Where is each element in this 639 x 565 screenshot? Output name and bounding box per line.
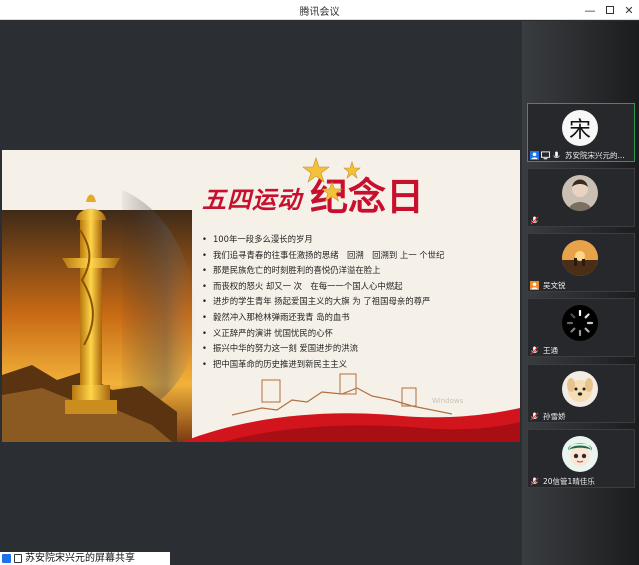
maximize-icon: [606, 6, 614, 14]
participant-status: 孙雪娇: [528, 410, 634, 422]
participant-status: 王通: [528, 344, 634, 356]
participant-name: 20信管1晴佳乐: [543, 476, 595, 486]
list-item: 而丧权的怒火 却又一 次 在每一一个国人心中燃起: [202, 279, 444, 295]
avatar-photo: [562, 175, 598, 211]
mic-muted-icon: [530, 345, 539, 354]
list-item: 义正辞严的演讲 忧国忧民的心怀: [202, 326, 444, 342]
window-title: 腾讯会议: [299, 7, 340, 18]
mic-icon: [14, 554, 22, 563]
close-icon: ✕: [624, 3, 634, 17]
mic-muted-icon: [530, 215, 539, 224]
participant-status: 苏安院宋兴元的...: [528, 149, 634, 161]
user-icon: [530, 150, 539, 160]
participant-name: 王通: [543, 345, 558, 355]
title-bar: 腾讯会议 — ✕: [0, 0, 639, 20]
mic-icon: [553, 150, 560, 158]
list-item: 100年一段多么漫长的岁月: [202, 232, 444, 248]
minimize-icon: —: [584, 3, 596, 17]
participant-status: 吴文锐: [528, 279, 634, 291]
participant-tile[interactable]: 宋 苏安院宋兴元的...: [527, 103, 635, 162]
stars-icon: [302, 157, 361, 202]
close-button[interactable]: ✕: [620, 2, 638, 18]
avatar: 宋: [562, 110, 598, 146]
avatar-photo: [562, 436, 598, 472]
presentation-slide: 五四运动 纪念日 100年一段多么漫长的岁月 我们追寻青春的往事任激扬的思绪 回…: [2, 150, 520, 442]
red-ribbon: [182, 408, 520, 442]
participant-tile[interactable]: 吴文锐: [527, 233, 635, 292]
participant-status: 20信管1晴佳乐: [528, 475, 634, 487]
participant-name: 苏安院宋兴元的...: [565, 150, 625, 160]
huabiao-column-illustration: [2, 190, 196, 442]
participants-panel: 宋 苏安院宋兴元的... 吴文锐 王通 孙雪娇 20信管1晴佳乐: [522, 21, 639, 565]
participant-tile[interactable]: 王通: [527, 298, 635, 357]
mic-muted-icon: [530, 411, 539, 420]
slide-bullet-list: 100年一段多么漫长的岁月 我们追寻青春的往事任激扬的思绪 回溯 回溯到 上一 …: [202, 232, 444, 372]
shared-screen-area[interactable]: 五四运动 纪念日 100年一段多么漫长的岁月 我们追寻青春的往事任激扬的思绪 回…: [0, 21, 522, 565]
list-item: 我们追寻青春的往事任激扬的思绪 回溯 回溯到 上一 个世纪: [202, 248, 444, 264]
avatar: [562, 305, 598, 341]
participant-name: 吴文锐: [543, 280, 566, 290]
screen-share-icon: [2, 554, 11, 563]
avatar: [562, 175, 598, 211]
avatar: [562, 436, 598, 472]
list-item: 毅然冲入那枪林弹雨还我青 岛的血书: [202, 310, 444, 326]
list-item: 进步的学生青年 扬起爱国主义的大旗 为 了祖国母亲的尊严: [202, 294, 444, 310]
participant-name: 孙雪娇: [543, 411, 566, 421]
avatar-photo: [562, 240, 598, 276]
slide-title-left: 五四运动: [202, 185, 302, 214]
loading-spinner-icon: [562, 305, 598, 341]
user-orange-icon: [530, 280, 539, 290]
list-item: 振兴中华的努力这一刻 爱国进步的洪流: [202, 341, 444, 357]
avatar: [562, 240, 598, 276]
presenter-label: 苏安院宋兴元的屏幕共享: [25, 552, 135, 564]
minimize-button[interactable]: —: [581, 2, 599, 18]
avatar-photo: [562, 371, 598, 407]
screen-share-indicator[interactable]: 苏安院宋兴元的屏幕共享: [0, 552, 170, 565]
maximize-button[interactable]: [601, 2, 619, 18]
avatar: [562, 371, 598, 407]
meeting-window: 腾讯会议 — ✕ 五四运动 纪念日 • 100年一段多么漫长的岁月 • 我们追寻…: [0, 0, 639, 565]
mic-muted-icon: [530, 476, 539, 485]
participant-tile[interactable]: 20信管1晴佳乐: [527, 429, 635, 488]
participant-tile[interactable]: 孙雪娇: [527, 364, 635, 423]
participant-status: [528, 214, 634, 226]
participant-tile[interactable]: [527, 168, 635, 227]
screen-share-icon: [541, 150, 550, 159]
watermark-text: Windows: [432, 397, 464, 405]
list-item: 那是民族危亡的时刻胜利的喜悦仍洋溢在脸上: [202, 263, 444, 279]
